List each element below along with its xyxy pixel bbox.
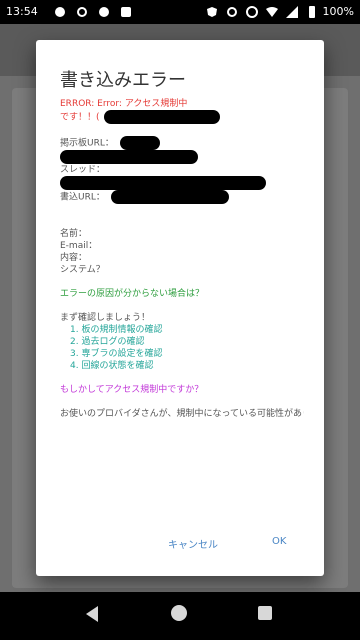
redacted-post-url bbox=[110, 190, 229, 204]
navigation-bar bbox=[0, 592, 360, 640]
check-item-4[interactable]: 4. 回線の状態を確認 bbox=[60, 360, 304, 372]
vpn-icon bbox=[206, 6, 218, 18]
error-message-line1: ERROR: Error: アクセス規制中 bbox=[60, 99, 188, 109]
battery-icon bbox=[306, 6, 318, 18]
redacted-board bbox=[119, 136, 160, 150]
ok-button[interactable]: OK bbox=[266, 532, 292, 551]
hint-unknown-cause: エラーの原因が分からない場合は？ bbox=[60, 289, 205, 299]
body-label: 内容： bbox=[60, 253, 88, 263]
status-bar: 13:54 100% bbox=[0, 0, 360, 24]
recents-icon[interactable] bbox=[258, 606, 272, 620]
notification-icon bbox=[98, 6, 110, 18]
rotate-icon bbox=[226, 6, 238, 18]
dnd-icon bbox=[246, 6, 258, 18]
post-url-label: 書込URL： bbox=[60, 192, 105, 203]
app-icon bbox=[120, 6, 132, 18]
battery-percent: 100% bbox=[322, 5, 354, 18]
write-error-dialog: 書き込みエラー ERROR: Error: アクセス規制中 です！！( 掲示板U… bbox=[36, 40, 324, 576]
status-time: 13:54 bbox=[6, 5, 38, 18]
redacted-board-url bbox=[60, 150, 198, 164]
redacted-thread bbox=[60, 176, 266, 190]
check-item-3[interactable]: 3. 専ブラの設定を確認 bbox=[60, 348, 304, 360]
back-icon[interactable] bbox=[86, 606, 98, 622]
footer-text: お使いのプロバイダさんが、規制中になっている可能性がありま bbox=[60, 409, 304, 419]
redacted-ip bbox=[103, 110, 220, 124]
email-label: E-mail： bbox=[60, 241, 98, 251]
board-url-label: 掲示板URL： bbox=[60, 138, 114, 149]
dialog-title: 書き込みエラー bbox=[60, 70, 186, 91]
notification-icon bbox=[54, 6, 66, 18]
error-message-line2: です！！( bbox=[60, 112, 100, 123]
dialog-actions: キャンセル OK bbox=[36, 508, 324, 576]
hint-restriction: もしかしてアクセス規制中ですか？ bbox=[60, 385, 204, 395]
dialog-content[interactable]: ERROR: Error: アクセス規制中 です！！( 掲示板URL： スレッド… bbox=[60, 98, 304, 420]
thread-label: スレッド： bbox=[60, 165, 106, 175]
settings-icon bbox=[76, 6, 88, 18]
signal-icon bbox=[286, 6, 298, 18]
cancel-button[interactable]: キャンセル bbox=[162, 532, 224, 555]
system-question: システム？ bbox=[60, 265, 105, 275]
check-heading: まず確認しましょう！ bbox=[60, 313, 151, 323]
check-item-1[interactable]: 1. 板の規制情報の確認 bbox=[60, 324, 304, 336]
wifi-icon bbox=[266, 6, 278, 18]
name-label: 名前： bbox=[60, 229, 88, 239]
home-icon[interactable] bbox=[171, 605, 187, 621]
check-item-2[interactable]: 2. 過去ログの確認 bbox=[60, 336, 304, 348]
